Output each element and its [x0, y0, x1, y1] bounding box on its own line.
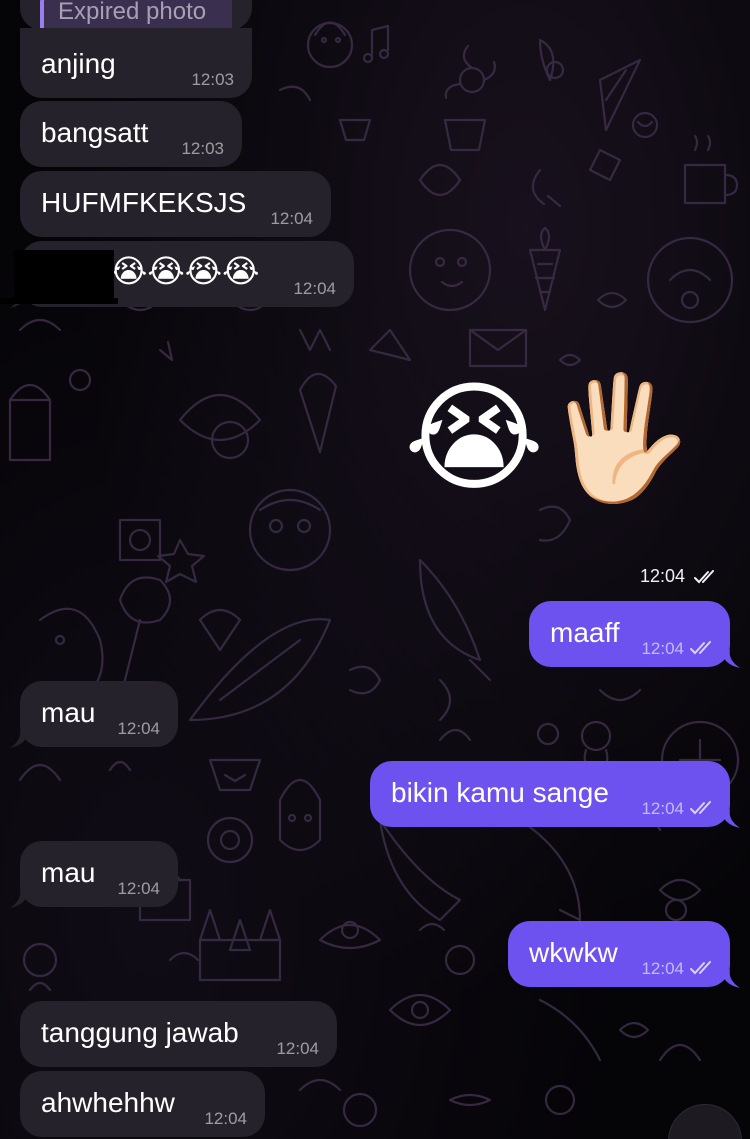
bubble-tail [722, 810, 740, 828]
message-time: 12:04 [641, 959, 684, 978]
message-bubble-incoming[interactable]: mau 12:04 [20, 681, 178, 747]
message-bubble-incoming[interactable]: ahwhehhw 12:04 [20, 1071, 265, 1137]
message-text: anjing [41, 48, 116, 79]
message-text: tanggung jawab [41, 1017, 239, 1048]
bubble-tail [10, 730, 28, 748]
double-check-icon [690, 961, 711, 975]
message-text: mau [41, 697, 96, 728]
bubble-tail [10, 890, 28, 908]
message-time: 12:04 [640, 566, 686, 586]
message-bubble-outgoing[interactable]: wkwkw 12:04 [508, 921, 730, 987]
double-check-icon [694, 570, 714, 584]
redacted-area [14, 250, 114, 298]
message-bubble-outgoing[interactable]: maaff 12:04 [529, 601, 730, 667]
message-time: 12:04 [117, 879, 160, 898]
message-time: 12:03 [191, 70, 234, 89]
message-time: 12:04 [270, 209, 313, 228]
double-check-icon [690, 641, 711, 655]
reply-preview-label: Expired photo [58, 0, 207, 25]
message-bubble-incoming[interactable]: tanggung jawab 12:04 [20, 1001, 337, 1067]
message-time: 12:04 [641, 799, 684, 818]
message-time: 12:04 [293, 279, 336, 298]
message-emoji-text: 😭😭😭😭 [110, 252, 260, 290]
message-text: mau [41, 857, 96, 888]
message-time: 12:03 [181, 139, 224, 158]
large-emoji-message[interactable]: 😭🖐🏻 [404, 378, 694, 498]
message-bubble-incoming[interactable]: anjing 12:03 [20, 28, 252, 98]
message-bubble-incoming[interactable]: bangsatt 12:03 [20, 101, 242, 167]
message-text: ahwhehhw [41, 1087, 175, 1118]
message-text: bangsatt [41, 117, 149, 148]
message-bubble-incoming[interactable]: HUFMFKEKSJS 12:04 [20, 171, 331, 237]
bubble-tail [722, 650, 740, 668]
message-bubble-incoming[interactable]: mau 12:04 [20, 841, 178, 907]
redacted-area [0, 298, 118, 304]
message-text: HUFMFKEKSJS [41, 187, 247, 218]
bubble-tail [722, 970, 740, 988]
message-time: 12:04 [276, 1039, 319, 1058]
message-text: wkwkw [529, 937, 618, 968]
message-time: 12:04 [641, 639, 684, 658]
message-text: maaff [550, 617, 620, 648]
message-bubble-outgoing[interactable]: bikin kamu sange 12:04 [370, 761, 730, 827]
message-text: bikin kamu sange [391, 777, 609, 808]
message-time: 12:04 [204, 1109, 247, 1128]
double-check-icon [690, 801, 711, 815]
message-time: 12:04 [117, 719, 160, 738]
